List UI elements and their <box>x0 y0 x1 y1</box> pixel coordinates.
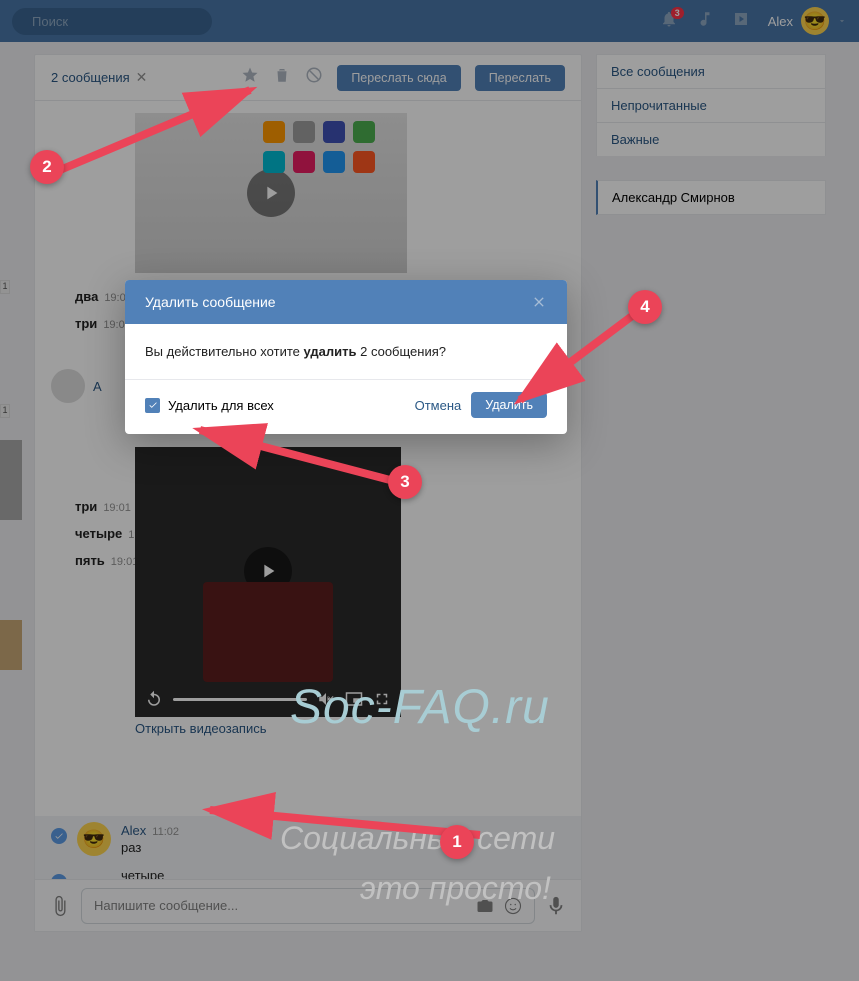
watermark: Soc-FAQ.ru <box>290 680 550 735</box>
annotation-marker-3: 3 <box>388 465 422 499</box>
annotation-marker-1: 1 <box>440 825 474 859</box>
modal-title: Удалить сообщение <box>145 294 276 310</box>
cancel-button[interactable]: Отмена <box>415 398 462 413</box>
watermark: это просто! <box>360 870 551 907</box>
annotation-marker-2: 2 <box>30 150 64 184</box>
checkbox-label: Удалить для всех <box>168 398 274 413</box>
annotation-marker-4: 4 <box>628 290 662 324</box>
delete-for-all-checkbox[interactable] <box>145 398 160 413</box>
annotation-arrow <box>50 80 270 180</box>
annotation-arrow <box>190 420 410 500</box>
